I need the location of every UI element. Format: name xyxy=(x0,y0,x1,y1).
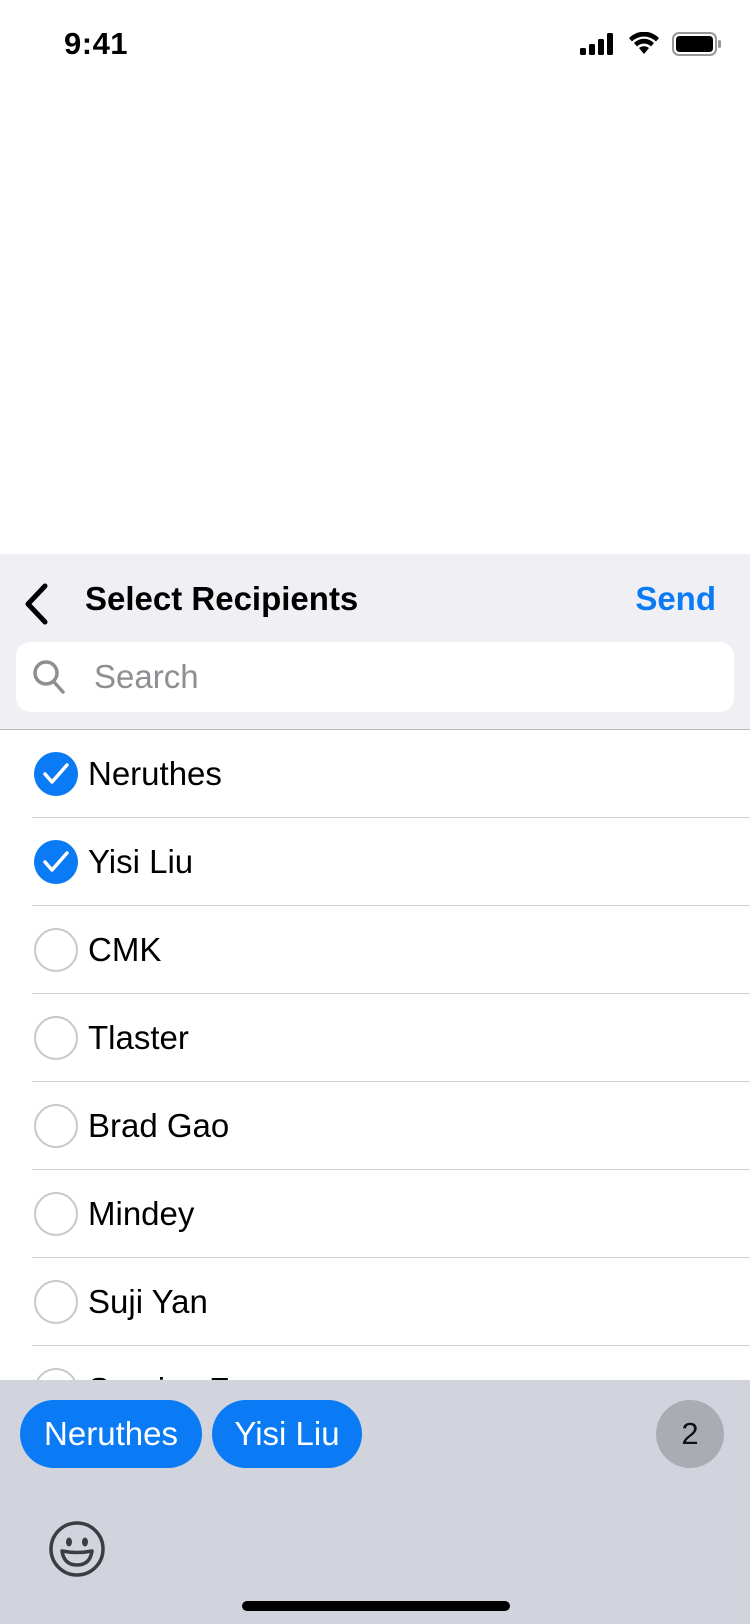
recipient-row[interactable]: Mindey xyxy=(0,1170,750,1258)
back-chevron-icon xyxy=(25,583,48,625)
signal-icon xyxy=(580,33,613,55)
selected-recipients-panel: Neruthes Yisi Liu 2 xyxy=(0,1380,750,1624)
recipient-row[interactable]: Yisi Liu xyxy=(0,818,750,906)
home-indicator xyxy=(242,1601,510,1611)
selection-checkbox[interactable] xyxy=(34,1104,78,1148)
recipient-row[interactable]: Brad Gao xyxy=(0,1082,750,1170)
battery-icon xyxy=(672,32,721,56)
recipient-name: Suji Yan xyxy=(88,1283,208,1320)
send-button[interactable]: Send xyxy=(635,580,716,618)
search-icon xyxy=(33,660,65,694)
recipient-list[interactable]: Neruthes Yisi Liu CMK Tlaster Brad Gao M… xyxy=(0,730,750,1380)
sheet-header: Select Recipients Send xyxy=(0,554,750,730)
recipient-row[interactable]: Neruthes xyxy=(0,730,750,818)
status-time: 9:41 xyxy=(64,26,129,61)
recipient-name: Neruthes xyxy=(88,755,222,792)
recipient-name: Yisi Liu xyxy=(88,843,194,880)
selection-checkbox[interactable] xyxy=(34,1280,78,1324)
selection-checkbox[interactable] xyxy=(34,752,78,796)
selection-checkbox[interactable] xyxy=(34,1192,78,1236)
status-icons xyxy=(580,32,722,56)
selected-count-badge: 2 xyxy=(656,1400,724,1468)
selection-checkbox[interactable] xyxy=(34,1368,78,1380)
selection-checkbox[interactable] xyxy=(34,928,78,972)
recipient-name: Sunrise F xyxy=(88,1368,229,1380)
recipient-row[interactable]: CMK xyxy=(0,906,750,994)
recipient-name: Brad Gao xyxy=(88,1107,230,1144)
recipient-name: CMK xyxy=(88,931,162,968)
selection-checkbox[interactable] xyxy=(34,1016,78,1060)
recipient-row[interactable]: Sunrise F xyxy=(0,1346,750,1380)
content-area xyxy=(0,94,750,554)
sheet-title: Select Recipients xyxy=(85,580,359,617)
search-input[interactable] xyxy=(78,642,694,712)
checkmark-icon xyxy=(43,851,69,872)
recipient-name: Tlaster xyxy=(88,1019,189,1056)
selection-checkbox[interactable] xyxy=(34,840,78,884)
recipient-row[interactable]: Suji Yan xyxy=(0,1258,750,1346)
wifi-icon xyxy=(629,32,659,54)
recipient-row[interactable]: Tlaster xyxy=(0,994,750,1082)
checkmark-icon xyxy=(43,763,69,784)
emoji-icon[interactable] xyxy=(48,1520,106,1578)
back-button[interactable] xyxy=(14,576,58,632)
status-bar: 9:41 xyxy=(0,0,750,94)
selected-chip[interactable]: Yisi Liu xyxy=(212,1400,362,1468)
selected-chip[interactable]: Neruthes xyxy=(20,1400,202,1468)
search-bar[interactable] xyxy=(16,642,734,712)
recipient-name: Mindey xyxy=(88,1195,195,1232)
